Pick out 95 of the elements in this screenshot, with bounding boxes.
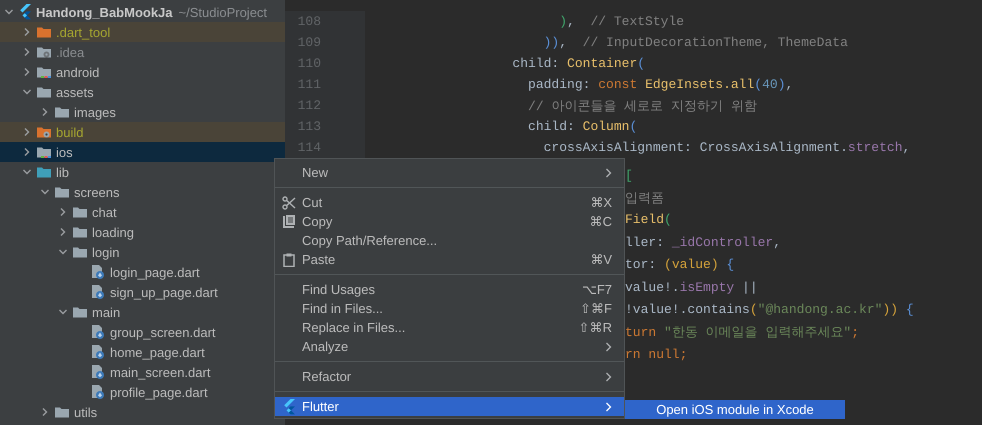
module-folder-icon [36, 145, 52, 159]
dart-file-icon [90, 264, 106, 280]
folder-icon [72, 245, 88, 259]
chevron-down-icon[interactable] [4, 7, 14, 17]
shortcut-label: ⇧⌘F [580, 301, 612, 316]
tree-item-label: main [92, 304, 120, 320]
tree-item-label: ios [56, 144, 73, 160]
tree-item-label: chat [92, 204, 117, 220]
folder-icon [54, 105, 70, 119]
folder-icon [36, 165, 52, 179]
tree-row[interactable]: ios [0, 142, 285, 162]
tree-item-label: .idea [56, 44, 84, 60]
chevron-down-icon[interactable] [58, 247, 68, 257]
tree-item-label: loading [92, 224, 134, 240]
tree-row[interactable]: android [0, 62, 285, 82]
folder-icon [36, 85, 52, 99]
menu-item-label: Refactor [302, 369, 352, 384]
tree-item-label: login [92, 244, 120, 260]
copy-icon [282, 214, 296, 228]
menu-item[interactable]: Open iOS module in Xcode [625, 400, 845, 419]
tree-item-label: screens [74, 184, 120, 200]
tree-item-label: utils [74, 404, 98, 420]
folder-icon [72, 205, 88, 219]
folder-icon [36, 25, 52, 39]
dart-file-icon [90, 284, 106, 300]
chevron-down-icon[interactable] [22, 87, 32, 97]
gear-folder-icon [36, 125, 52, 139]
menu-item-label: Find Usages [302, 282, 375, 297]
menu-item-label: Cut [302, 195, 322, 210]
chevron-right-icon[interactable] [40, 407, 50, 417]
code-line: ), // TextStyle [558, 14, 684, 29]
menu-item-label: Copy Path/Reference... [302, 233, 438, 248]
menu-item-label: Copy [302, 214, 332, 229]
code-line: 입력폼 [625, 190, 664, 207]
code-line: padding: const EdgeInsets.all(40), [527, 77, 794, 92]
menu-item-label: Analyze [302, 339, 348, 354]
shortcut-label: ⌥F7 [582, 282, 612, 297]
code-line: ller: _idController, [625, 234, 782, 250]
tree-item-label: .dart_tool [56, 24, 110, 40]
project-path: ~/StudioProject [178, 4, 268, 20]
shortcut-label: ⌘V [590, 252, 612, 267]
shortcut-label: ⌘C [590, 214, 612, 229]
gear-folder-icon [36, 45, 52, 59]
code-line: rn null; [625, 346, 688, 362]
code-line: child: Container( [511, 56, 646, 71]
tree-item-label: images [74, 104, 116, 120]
tree-item-label: group_screen.dart [110, 324, 216, 340]
menu-item-label: Paste [302, 252, 336, 267]
project-name: Handong_BabMookJa [36, 4, 173, 20]
folder-icon [54, 185, 70, 199]
code-line: child: Column( [527, 119, 638, 134]
tree-item-label: lib [56, 164, 70, 180]
tree-item-label: profile_page.dart [110, 384, 208, 400]
tree-item-label: sign_up_page.dart [110, 284, 218, 300]
menu-item-label: Find in Files... [302, 301, 383, 316]
menu-item[interactable]: Flutter [275, 397, 624, 416]
tree-item-label: main_screen.dart [110, 364, 210, 380]
tree-item-label: build [56, 124, 84, 140]
menu-item-label: New [302, 165, 328, 180]
tree-row[interactable]: images [0, 102, 285, 122]
shortcut-label: ⌘X [590, 195, 612, 210]
dart-file-icon [90, 344, 106, 360]
menu-item-label: Replace in Files... [302, 320, 406, 335]
tree-item-label: login_page.dart [110, 264, 200, 280]
folder-icon [54, 405, 70, 419]
code-line: !value!.contains("@handong.ac.kr")) { [625, 302, 914, 318]
tree-row[interactable]: Handong_BabMookJa ~/StudioProject [0, 2, 285, 22]
code-line: )), // InputDecorationTheme, ThemeData [542, 35, 848, 50]
module-folder-icon [36, 65, 52, 79]
tree-item-label: home_page.dart [110, 344, 205, 360]
flutter-icon [18, 4, 32, 20]
code-line: crossAxisAlignment: CrossAxisAlignment.stretch, [542, 140, 910, 155]
code-line: turn "한동 이메일을 입력해주세요"; [625, 324, 860, 341]
flutter-icon [282, 398, 296, 414]
tree-item-label: android [56, 64, 100, 80]
dart-file-icon [90, 324, 106, 340]
clipboard-icon [283, 252, 295, 266]
shortcut-label: ⇧⌘R [578, 320, 612, 335]
tree-row[interactable]: assets [0, 82, 285, 102]
menu-item-label: Flutter [302, 399, 339, 414]
tree-row[interactable]: build [0, 122, 285, 142]
code-line: Field( [625, 212, 672, 228]
scissors-icon [282, 196, 296, 210]
code-line: // 아이콘들을 세로로 지정하기 위함 [527, 98, 757, 114]
tree-item-label: assets [56, 84, 94, 100]
code-line: [ [625, 168, 633, 183]
dart-file-icon [90, 384, 106, 400]
dart-file-icon [90, 364, 106, 380]
chevron-down-icon[interactable] [58, 307, 68, 317]
folder-icon [72, 305, 88, 319]
code-line: value!.isEmpty || [625, 280, 758, 295]
tree-row[interactable]: .idea [0, 42, 285, 62]
tree-row[interactable]: .dart_tool [0, 22, 285, 42]
folder-icon [72, 225, 88, 239]
code-line: tor: (value) { [625, 257, 734, 272]
